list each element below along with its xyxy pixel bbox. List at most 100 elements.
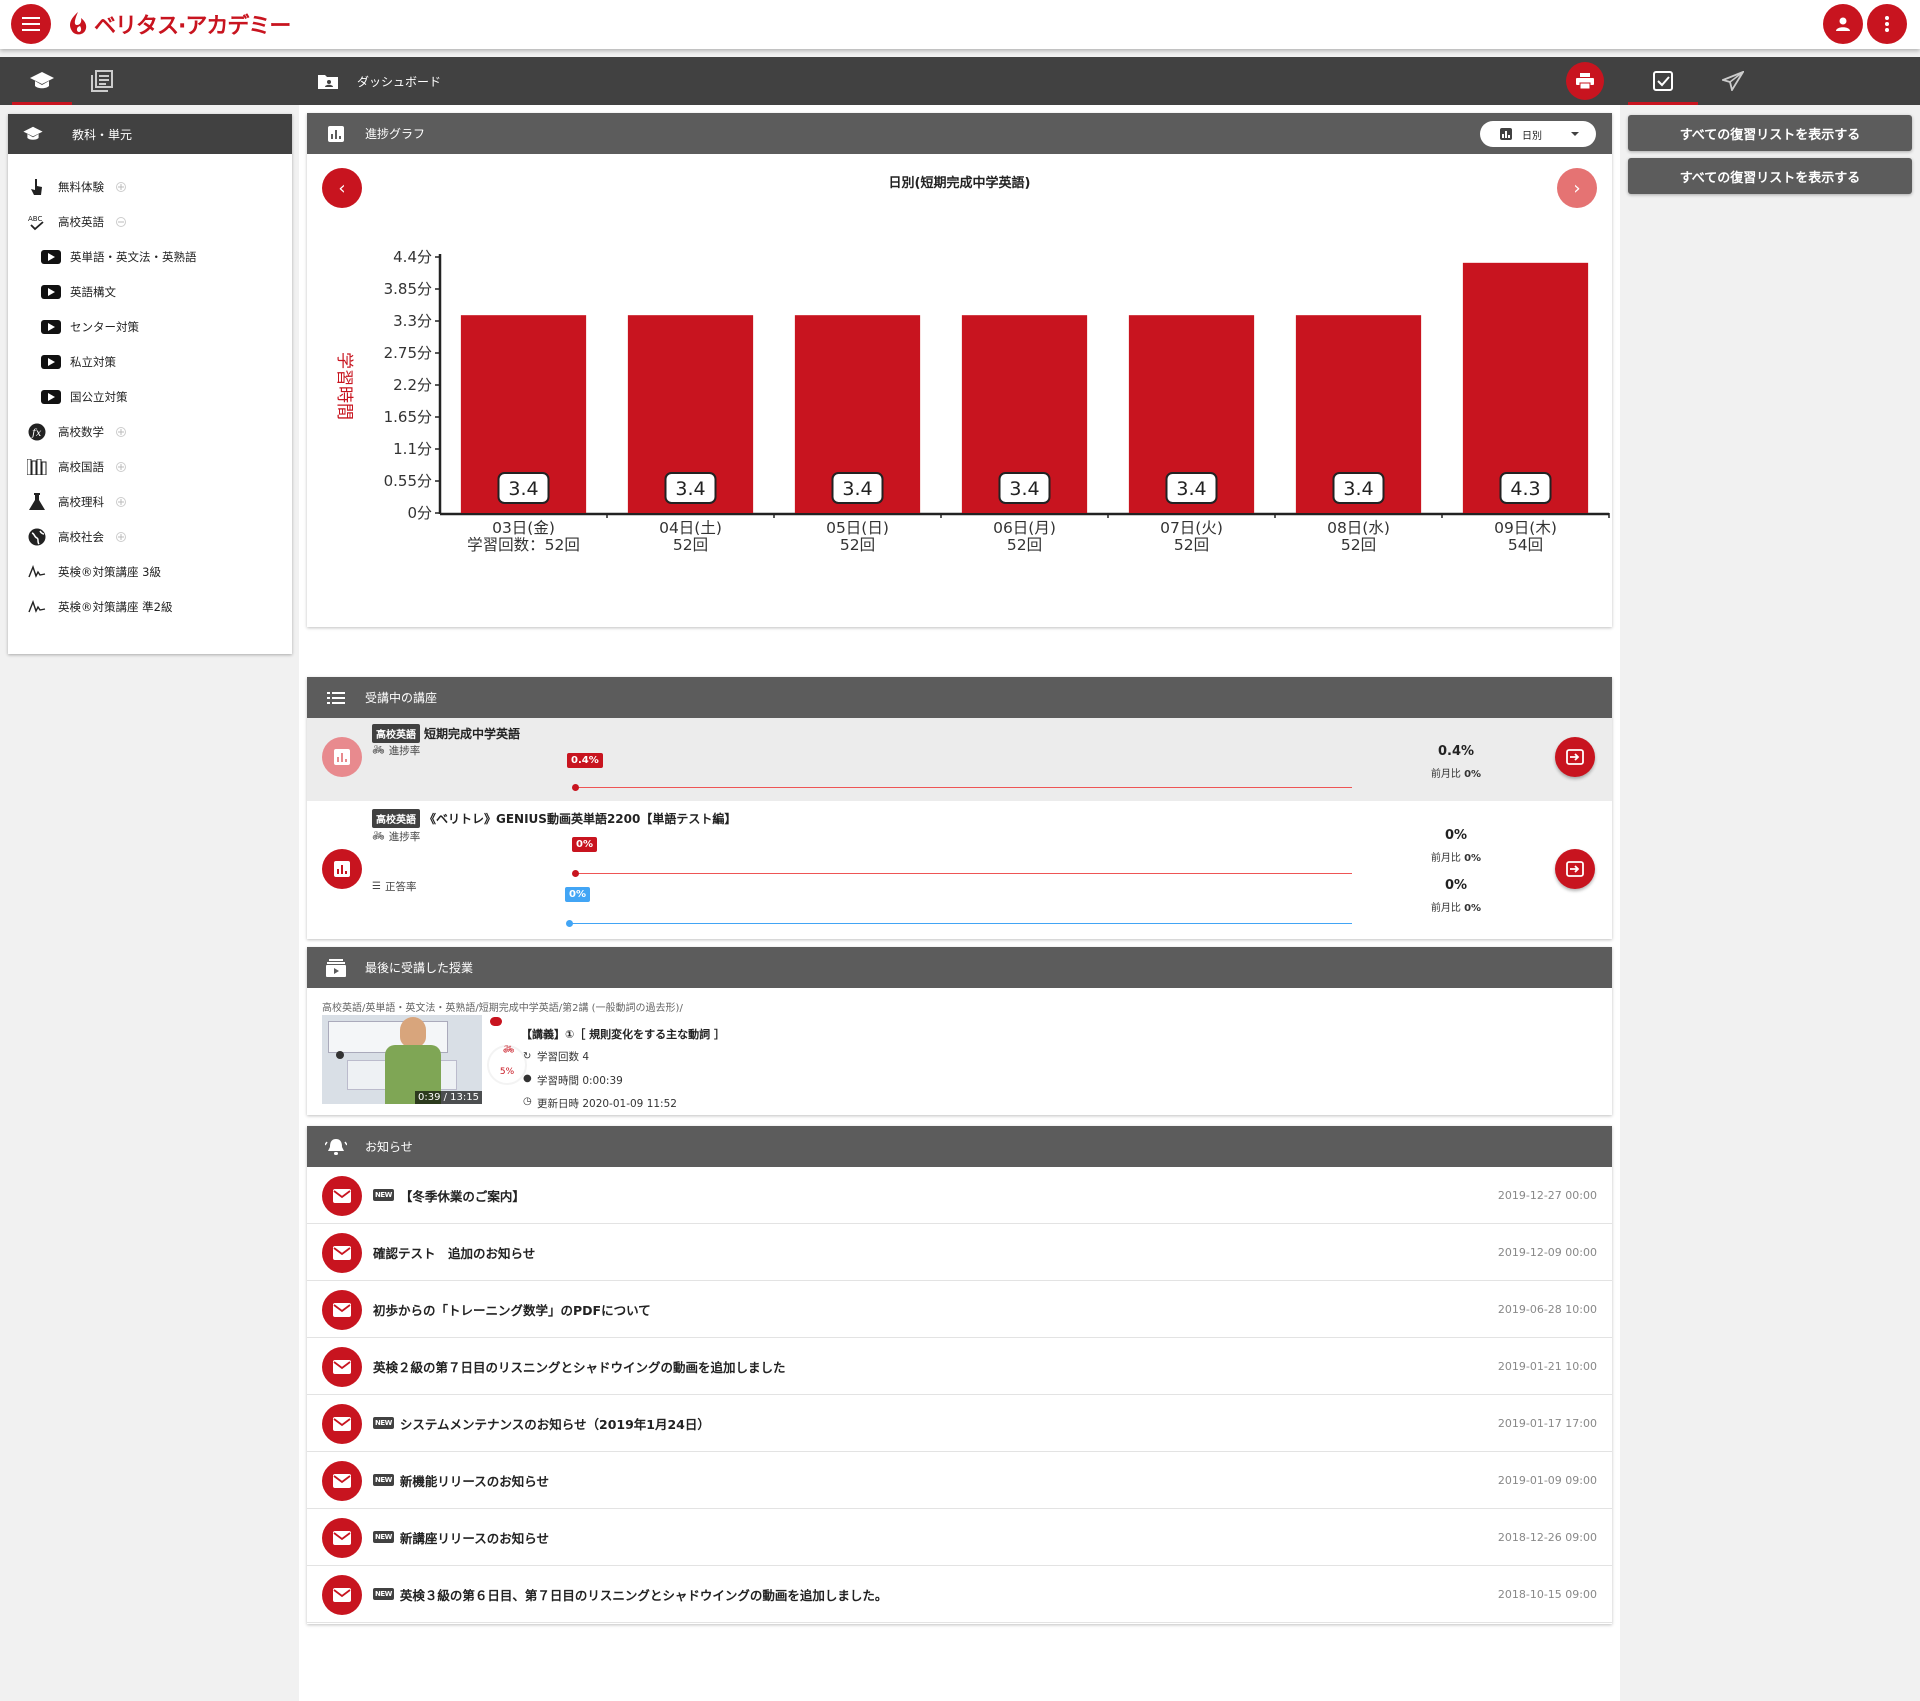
- mail-button[interactable]: [322, 1176, 362, 1216]
- tab-review[interactable]: [1628, 57, 1698, 105]
- collapse-icon[interactable]: [116, 216, 126, 227]
- mail-icon: [333, 1360, 351, 1374]
- y-tick-label: 0.55分: [384, 472, 432, 490]
- app-logo[interactable]: ベリタス·アカデミー: [66, 8, 291, 40]
- video-icon: [40, 389, 62, 404]
- subject-item[interactable]: 高校国語: [8, 449, 292, 484]
- subject-item[interactable]: 英単語・英文法・英熟語: [8, 239, 292, 274]
- expand-icon[interactable]: [116, 181, 126, 192]
- subject-item[interactable]: 高校社会: [8, 519, 292, 554]
- mode-select[interactable]: 日別: [1480, 121, 1596, 147]
- notice-row[interactable]: 初歩からの「トレーニング数学」のPDFについて 2019-06-28 10:00: [307, 1281, 1612, 1338]
- notice-row[interactable]: NEW 新講座リリースのお知らせ 2018-12-26 09:00: [307, 1509, 1612, 1566]
- subject-item[interactable]: 高校理科: [8, 484, 292, 519]
- show-review-list-button[interactable]: すべての復習リストを表示する: [1628, 115, 1912, 151]
- mail-button[interactable]: [322, 1347, 362, 1387]
- signature-icon: [24, 564, 50, 579]
- notice-list: NEW 【冬季休業のご案内】 2019-12-27 00:00 確認テスト 追加のお知…: [307, 1167, 1612, 1623]
- notice-row[interactable]: NEW 新機能リリースのお知らせ 2019-01-09 09:00: [307, 1452, 1612, 1509]
- notice-date: 2019-06-28 10:00: [1497, 1302, 1597, 1316]
- notice-row[interactable]: NEW 英検３級の第６日目、第７日目のリスニングとシャドウイングの動画を追加しまし…: [307, 1566, 1612, 1623]
- subject-item-label: 英語構文: [70, 284, 116, 299]
- main-content: ダッシュボード 進捗グラフ 日別 ‹ › 日別(短期完成中学英語) 0分 0.55…: [299, 57, 1620, 1701]
- more-menu-button[interactable]: [1867, 4, 1907, 44]
- open-course-button[interactable]: [1555, 849, 1595, 889]
- course-title[interactable]: 短期完成中学英語: [424, 725, 520, 742]
- bar-value-label: 3.4: [508, 478, 538, 500]
- print-button[interactable]: [1566, 62, 1604, 100]
- cloud-icon: [490, 1017, 502, 1026]
- tab-subjects[interactable]: [12, 57, 72, 105]
- expand-icon[interactable]: [116, 461, 126, 472]
- subject-item-label: 高校数学: [58, 424, 104, 439]
- x-tick-sublabel: 54回: [1508, 536, 1543, 554]
- mail-button[interactable]: [322, 1461, 362, 1501]
- subject-item[interactable]: 私立対策: [8, 344, 292, 379]
- course-title[interactable]: 《ベリトレ》GENIUS動画英単語2200【単語テスト編】: [424, 810, 736, 827]
- updated-date: 更新日時 2020-01-09 11:52: [537, 1098, 677, 1110]
- course-chart-button[interactable]: [322, 737, 362, 777]
- expand-icon[interactable]: [116, 496, 126, 507]
- subject-tree-card: 教科・単元 無料体験 ABC 高校英語 英単語・英文法・英熟語英語構文センター対策私立…: [8, 114, 292, 654]
- x-tick-label: 06日(月): [993, 519, 1056, 537]
- show-review-list-button[interactable]: すべての復習リストを表示する: [1628, 158, 1912, 194]
- presenter-head: [400, 1017, 426, 1047]
- mail-button[interactable]: [322, 1233, 362, 1273]
- mail-icon: [333, 1303, 351, 1317]
- subject-item-label: センター対策: [70, 319, 139, 334]
- progress-bubble: 0%: [572, 837, 597, 852]
- mail-button[interactable]: [322, 1575, 362, 1615]
- subject-item[interactable]: 国公立対策: [8, 379, 292, 414]
- notice-row[interactable]: 確認テスト 追加のお知らせ 2019-12-09 00:00: [307, 1224, 1612, 1281]
- mail-button[interactable]: [322, 1518, 362, 1558]
- subject-item[interactable]: センター対策: [8, 309, 292, 344]
- y-tick-label: 3.85分: [384, 280, 432, 298]
- open-course-button[interactable]: [1555, 737, 1595, 777]
- lesson-thumbnail[interactable]: 0:39 / 13:15: [322, 1015, 482, 1104]
- subject-header-label: 教科・単元: [72, 127, 133, 142]
- menu-button[interactable]: [11, 4, 51, 44]
- mail-icon: [333, 1588, 351, 1602]
- notice-row[interactable]: NEW 【冬季休業のご案内】 2019-12-27 00:00: [307, 1167, 1612, 1224]
- course-row[interactable]: 高校英語 《ベリトレ》GENIUS動画英単語2200【単語テスト編】 🚲︎ 進捗…: [307, 801, 1612, 939]
- x-tick-label: 05日(日): [826, 519, 889, 537]
- course-row[interactable]: 高校英語 短期完成中学英語 🚲︎ 進捗率 0.4% 0.4% 前月比 0%: [307, 718, 1612, 801]
- subject-item[interactable]: 英検®対策講座 準2級: [8, 589, 292, 624]
- expand-icon[interactable]: [116, 531, 126, 542]
- subject-item-label: 高校社会: [58, 529, 104, 544]
- x-tick-label: 04日(土): [659, 519, 722, 537]
- flame-logo-icon: [70, 12, 87, 35]
- tab-send[interactable]: [1698, 57, 1768, 105]
- mail-button[interactable]: [322, 1290, 362, 1330]
- tab-indicator: [1628, 102, 1698, 105]
- bike-icon: 🚲︎: [503, 1045, 515, 1055]
- last-lesson-title: 最後に受講した授業: [365, 961, 474, 975]
- top-app-bar: ベリタス·アカデミー: [0, 0, 1920, 49]
- notice-date: 2018-12-26 09:00: [1497, 1530, 1597, 1544]
- notice-row[interactable]: NEW システムメンテナンスのお知らせ（2019年1月24日） 2019-01-17…: [307, 1395, 1612, 1452]
- subject-item[interactable]: 無料体験: [8, 169, 292, 204]
- subject-item[interactable]: fx 高校数学: [8, 414, 292, 449]
- account-button[interactable]: [1823, 4, 1863, 44]
- right-tabs: [1620, 57, 1920, 105]
- prev-month-label: 前月比: [1430, 903, 1461, 914]
- lesson-title[interactable]: 【講義】①［ 規則変化をする主な動詞 ］: [521, 1026, 725, 1042]
- bar-value-label: 4.3: [1510, 478, 1540, 500]
- course-chart-button[interactable]: [322, 849, 362, 889]
- tab-materials[interactable]: [72, 57, 132, 105]
- new-badge: NEW: [373, 1531, 394, 1543]
- notice-row[interactable]: 英検２級の第７日目のリスニングとシャドウイングの動画を追加しました 2019-01…: [307, 1338, 1612, 1395]
- prev-month-value: 0%: [1464, 769, 1482, 780]
- expand-icon[interactable]: [116, 426, 126, 437]
- subject-item[interactable]: 英語構文: [8, 274, 292, 309]
- more-vert-icon: [1885, 16, 1889, 32]
- notices-card: お知らせ NEW 【冬季休業のご案内】 2019-12-27 00:00 確認テスト …: [307, 1126, 1612, 1624]
- notices-title: お知らせ: [365, 1140, 413, 1154]
- subject-item[interactable]: ABC 高校英語: [8, 204, 292, 239]
- y-tick-label: 2.75分: [384, 344, 432, 362]
- subject-item[interactable]: 英検®対策講座 3級: [8, 554, 292, 589]
- progress-track: [575, 873, 1352, 874]
- subject-item-label: 英検®対策講座 3級: [58, 564, 161, 579]
- list-icon: ☰: [372, 881, 381, 892]
- mail-button[interactable]: [322, 1404, 362, 1444]
